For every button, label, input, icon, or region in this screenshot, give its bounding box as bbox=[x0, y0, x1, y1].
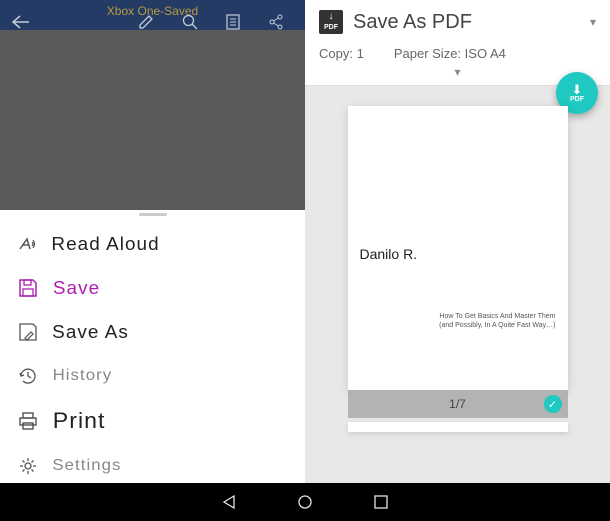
print-header: PDF Save As PDF ▾ Copy: 1 Paper Size: IS… bbox=[305, 0, 610, 86]
nav-home-icon[interactable] bbox=[297, 494, 313, 510]
page-indicator: 1/7 bbox=[449, 397, 466, 411]
print-icon bbox=[14, 409, 42, 433]
menu-history[interactable]: History bbox=[0, 354, 305, 398]
editor-header: Xbox One-Saved bbox=[0, 0, 305, 30]
page-selected-check-icon[interactable]: ✓ bbox=[544, 395, 562, 413]
page-preview[interactable]: Danilo R. How To Get Basics And Master T… bbox=[348, 106, 568, 390]
view-icon[interactable] bbox=[226, 14, 240, 30]
copy-count[interactable]: Copy: 1 bbox=[319, 46, 364, 61]
fab-label: PDF bbox=[570, 96, 584, 103]
back-icon[interactable] bbox=[12, 15, 30, 29]
download-icon: ⬇ bbox=[572, 83, 583, 96]
options-row: Copy: 1 Paper Size: ISO A4 bbox=[319, 46, 596, 61]
read-aloud-icon bbox=[14, 232, 42, 256]
menu-save-as[interactable]: Save As bbox=[0, 310, 305, 354]
destination-title: Save As PDF bbox=[353, 11, 472, 34]
share-icon[interactable] bbox=[268, 14, 284, 30]
android-navbar bbox=[0, 483, 610, 521]
menu-save[interactable]: Save bbox=[0, 266, 305, 310]
history-icon bbox=[14, 364, 42, 388]
menu-label: Settings bbox=[52, 457, 121, 475]
paper-size[interactable]: Paper Size: ISO A4 bbox=[394, 46, 506, 61]
menu-read-aloud[interactable]: Read Aloud bbox=[0, 222, 305, 266]
save-icon bbox=[14, 276, 42, 300]
menu-print[interactable]: Print bbox=[0, 398, 305, 444]
chevron-down-icon[interactable]: ▾ bbox=[590, 15, 596, 29]
page-indicator-bar: 1/7 ✓ bbox=[348, 390, 568, 418]
nav-back-icon[interactable] bbox=[221, 494, 237, 510]
preview-area: Danilo R. How To Get Basics And Master T… bbox=[305, 86, 610, 483]
menu-label: History bbox=[53, 367, 113, 385]
menu-label: Save bbox=[53, 278, 100, 299]
expand-options-icon[interactable]: ▾ bbox=[319, 65, 596, 79]
menu-list: Read Aloud Save Save As History bbox=[0, 210, 305, 488]
pdf-badge-icon: PDF bbox=[319, 10, 343, 34]
menu-label: Print bbox=[53, 408, 106, 434]
page-subtitle: How To Get Basics And Master Them (and P… bbox=[360, 312, 556, 330]
save-as-icon bbox=[14, 320, 42, 344]
editor-panel: Xbox One-Saved bbox=[0, 0, 305, 483]
menu-label: Read Aloud bbox=[51, 234, 159, 255]
print-panel: PDF Save As PDF ▾ Copy: 1 Paper Size: IS… bbox=[305, 0, 610, 483]
next-page-peek bbox=[348, 422, 568, 432]
menu-settings[interactable]: Settings bbox=[0, 444, 305, 488]
menu-label: Save As bbox=[52, 322, 129, 343]
page-author: Danilo R. bbox=[360, 246, 556, 262]
drag-handle[interactable] bbox=[139, 213, 167, 216]
nav-recent-icon[interactable] bbox=[373, 494, 389, 510]
document-title: Xbox One-Saved bbox=[107, 4, 198, 18]
settings-icon bbox=[14, 454, 42, 478]
destination-row[interactable]: PDF Save As PDF ▾ bbox=[319, 10, 596, 34]
editor-preview-area bbox=[0, 30, 305, 210]
